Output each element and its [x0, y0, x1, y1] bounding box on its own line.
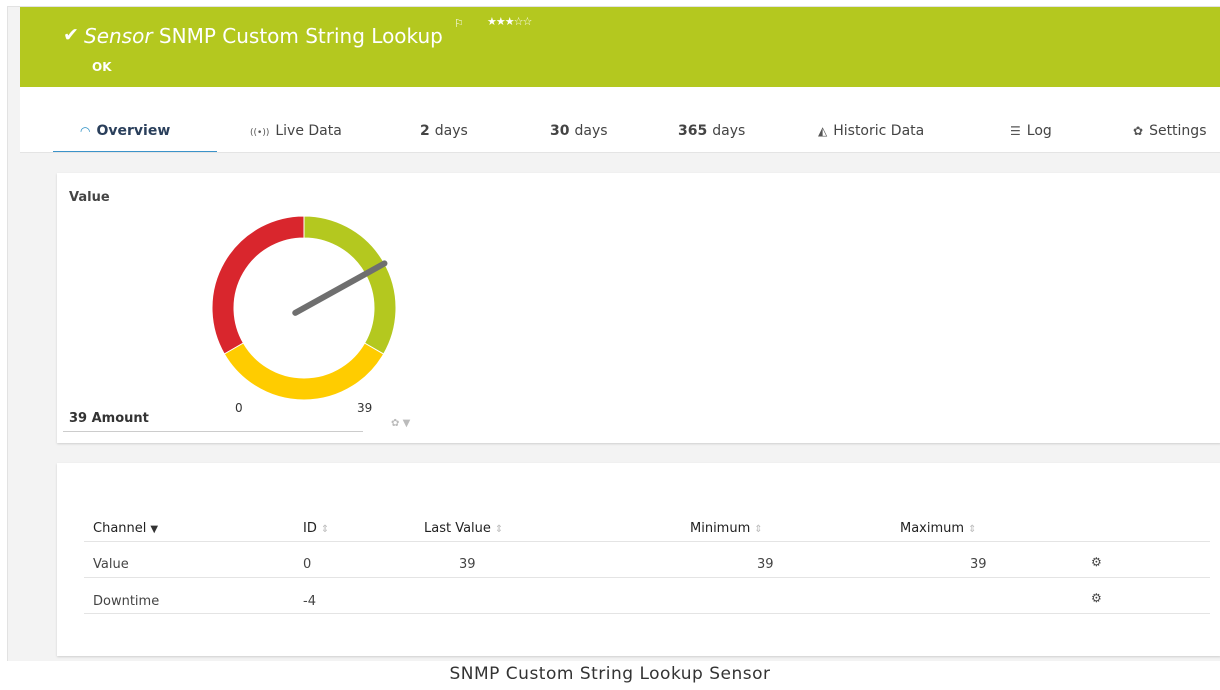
row-value-channel[interactable]: Value — [93, 557, 129, 572]
tab-label: days — [712, 123, 746, 139]
sensor-header: ✔ Sensor SNMP Custom String Lookup ⚐ ★★★… — [20, 7, 1220, 87]
tab-divider — [20, 152, 1220, 153]
sensor-page: ✔ Sensor SNMP Custom String Lookup ⚐ ★★★… — [7, 6, 1220, 661]
sort-icon: ⇕ — [754, 524, 763, 535]
row-value-max: 39 — [970, 557, 987, 572]
row-value-id: 0 — [303, 557, 312, 572]
tab-live-data[interactable]: ((•)) Live Data — [250, 123, 342, 139]
gauge-panel: Value 0 39 39 Amount ✿ ▼ — [57, 173, 1220, 443]
row-divider — [84, 613, 1210, 614]
flag-icon[interactable]: ⚐ — [454, 17, 464, 30]
tab-label: Overview — [96, 123, 171, 139]
tab-overview[interactable]: ◠ Overview — [80, 123, 175, 139]
gauge-max-label: 39 — [357, 401, 373, 415]
pin-icon[interactable]: ▼ — [403, 418, 411, 429]
channel-settings-icon[interactable]: ⚙ — [1091, 591, 1102, 605]
sort-icon: ⇕ — [968, 524, 977, 535]
col-id[interactable]: ID ⇕ — [303, 521, 329, 536]
tab-2-days[interactable]: 2 days — [420, 123, 468, 139]
gauge-zone-red — [211, 215, 305, 355]
tab-label: Log — [1026, 123, 1052, 139]
sort-icon: ⇕ — [320, 524, 330, 535]
tab-365-days[interactable]: 365 days — [678, 123, 745, 139]
gauge-min-label: 0 — [235, 401, 243, 415]
row-divider — [84, 577, 1210, 578]
tab-label: Live Data — [275, 123, 342, 139]
amount-underline — [63, 431, 363, 432]
figure-caption: SNMP Custom String Lookup Sensor — [449, 664, 771, 684]
tab-30-days[interactable]: 30 days — [550, 123, 608, 139]
log-icon: ☰ — [1010, 124, 1021, 138]
col-id-label: ID — [303, 521, 317, 536]
live-data-icon: ((•)) — [250, 128, 270, 138]
tab-historic-data[interactable]: ◭ Historic Data — [818, 123, 924, 139]
gauge-tools[interactable]: ✿ ▼ — [391, 418, 410, 429]
gauge-chart — [211, 215, 397, 401]
tab-label: days — [574, 123, 608, 139]
col-channel-label: Channel — [93, 521, 147, 536]
sensor-kind: Sensor — [84, 24, 153, 48]
tab-label: Historic Data — [833, 123, 925, 139]
col-minimum[interactable]: Minimum ⇕ — [690, 521, 763, 536]
gauge-zone-yellow — [223, 342, 385, 401]
channel-settings-icon[interactable]: ⚙ — [1091, 555, 1102, 569]
gauge-icon: ◠ — [80, 124, 91, 138]
settings-icon[interactable]: ✿ — [391, 418, 399, 429]
row-downtime-channel[interactable]: Downtime — [93, 594, 159, 609]
tab-settings[interactable]: ✿ Settings — [1133, 123, 1206, 139]
status-text: OK — [92, 60, 112, 74]
tab-label: Settings — [1149, 123, 1207, 139]
sensor-title: Sensor SNMP Custom String Lookup — [84, 24, 443, 48]
gauge-title: Value — [69, 190, 110, 205]
col-last-value[interactable]: Last Value ⇕ — [424, 521, 503, 536]
tab-log[interactable]: ☰ Log — [1010, 123, 1052, 139]
row-value-last: 39 — [459, 557, 476, 572]
tab-num: 365 — [678, 123, 708, 139]
tab-bar: ◠ Overview ((•)) Live Data 2 days 30 days 36… — [20, 87, 1220, 153]
gear-icon: ✿ — [1133, 124, 1144, 138]
col-maximum-label: Maximum — [900, 521, 965, 536]
priority-stars[interactable]: ★★★☆☆ — [487, 15, 532, 28]
check-icon: ✔ — [63, 24, 79, 46]
gauge-amount: 39 Amount — [69, 411, 149, 426]
sensor-name: SNMP Custom String Lookup — [158, 24, 443, 48]
col-last-value-label: Last Value — [424, 521, 491, 536]
row-downtime-id: -4 — [303, 594, 316, 609]
col-maximum[interactable]: Maximum ⇕ — [900, 521, 976, 536]
col-channel[interactable]: Channel ▼ — [93, 521, 158, 536]
tab-num: 2 — [420, 123, 430, 139]
sort-down-icon: ▼ — [150, 524, 159, 535]
col-minimum-label: Minimum — [690, 521, 751, 536]
row-value-min: 39 — [757, 557, 774, 572]
tab-label: days — [434, 123, 468, 139]
sort-icon: ⇕ — [494, 524, 504, 535]
row-divider — [84, 541, 1210, 542]
channel-table: Channel ▼ ID ⇕ Last Value ⇕ Minimum ⇕ Maximu… — [57, 463, 1220, 656]
area-chart-icon: ◭ — [818, 124, 828, 138]
tab-num: 30 — [550, 123, 570, 139]
